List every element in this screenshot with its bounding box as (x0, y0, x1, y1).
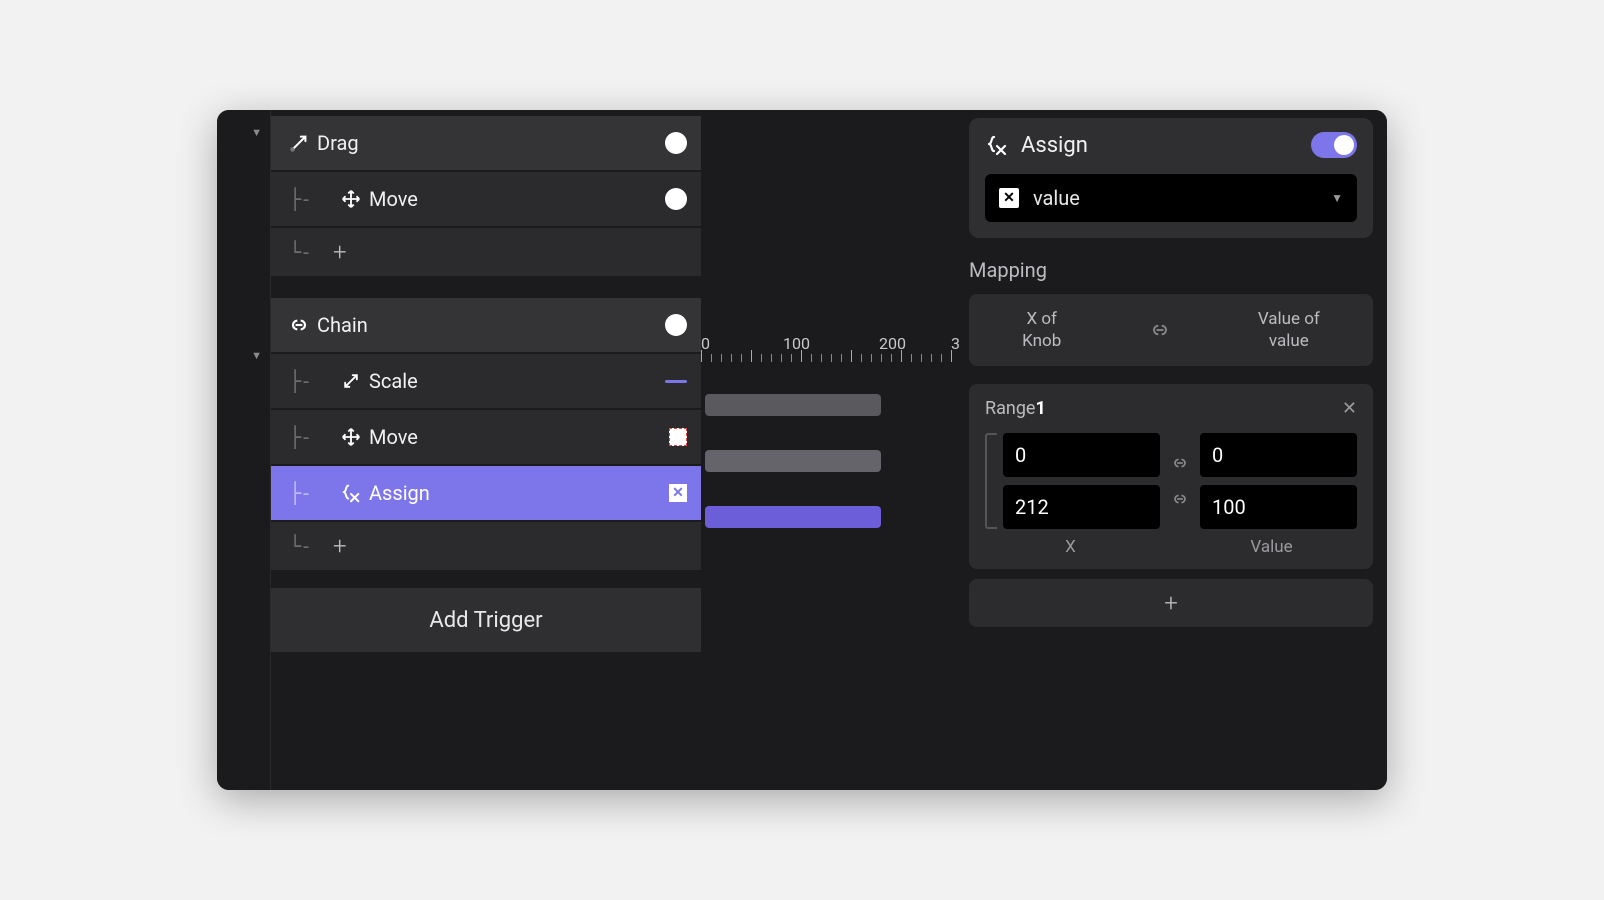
tree-connector-icon (289, 534, 333, 558)
trigger-drag[interactable]: Drag (271, 116, 701, 170)
timeline-bar-move[interactable] (705, 450, 881, 472)
chevron-down-icon: ▼ (1331, 191, 1343, 205)
timeline[interactable]: 0 100 200 3 (701, 110, 961, 790)
trigger-chain-label: Chain (317, 313, 665, 337)
tree-connector-icon (289, 481, 333, 505)
chain-icon (281, 314, 317, 336)
status-dot-icon[interactable] (665, 132, 687, 154)
collapse-arrow-icon[interactable]: ▼ (251, 349, 262, 362)
inspector-title: Assign (1021, 133, 1311, 158)
trigger-chain-scale[interactable]: Scale (271, 354, 701, 408)
value-select[interactable]: ✕ value ▼ (985, 174, 1357, 222)
trigger-tree: Drag Move + Chain (271, 110, 701, 790)
mapping-to: Value of value (1258, 308, 1320, 352)
range-x-axis-label: X (985, 537, 1156, 557)
mapping-from: X of Knob (1022, 308, 1061, 352)
value-select-label: value (1033, 186, 1080, 210)
move-icon (333, 426, 369, 448)
inspector-header: Assign ✕ value ▼ (969, 118, 1373, 238)
trigger-chain-assign[interactable]: Assign ✕ (271, 466, 701, 520)
assign-fx-icon (333, 482, 369, 504)
add-trigger-label: Add Trigger (429, 608, 542, 633)
timeline-bar-assign[interactable] (705, 506, 881, 528)
chain-icon (1148, 322, 1172, 338)
tree-connector-icon (289, 187, 333, 211)
range-to-value-input[interactable]: 100 (1200, 485, 1357, 529)
status-dot-icon[interactable] (665, 314, 687, 336)
mapping-section-label: Mapping (969, 258, 1373, 282)
range-title: Range1 (985, 398, 1046, 419)
tree-connector-icon (289, 240, 333, 264)
chain-icon (1170, 456, 1190, 470)
trigger-chain-move-label: Move (369, 425, 669, 449)
trigger-drag-move-label: Move (369, 187, 665, 211)
trigger-chain-assign-label: Assign (369, 481, 669, 505)
collapse-arrow-icon[interactable]: ▼ (251, 126, 262, 139)
range-value-axis-label: Value (1186, 537, 1357, 557)
assign-fx-icon (985, 133, 1009, 157)
trigger-chain-add[interactable]: + (271, 522, 701, 570)
add-trigger-button[interactable]: Add Trigger (271, 588, 701, 652)
enable-toggle[interactable] (1311, 132, 1357, 158)
close-icon[interactable]: ✕ (1342, 398, 1357, 419)
trigger-chain[interactable]: Chain (271, 298, 701, 352)
status-x-icon[interactable]: ✕ (669, 484, 687, 502)
plus-icon: + (333, 532, 347, 560)
inspector-panel: Assign ✕ value ▼ Mapping X of Knob (961, 110, 1387, 790)
main-area: Drag Move + Chain (271, 110, 1387, 790)
range-to-x-input[interactable]: 212 (1003, 485, 1160, 529)
range-from-value-input[interactable]: 0 (1200, 433, 1357, 477)
mapping-summary[interactable]: X of Knob Value of value (969, 294, 1373, 366)
status-square-icon[interactable] (669, 428, 687, 446)
range-bracket-icon (985, 433, 997, 529)
app-window: ▼ ▼ Drag Move + (217, 110, 1387, 790)
timeline-ruler: 0 100 200 3 (701, 334, 961, 362)
gutter: ▼ ▼ (217, 110, 271, 790)
trigger-chain-scale-label: Scale (369, 369, 665, 393)
trigger-drag-label: Drag (317, 131, 665, 155)
range-from-x-input[interactable]: 0 (1003, 433, 1160, 477)
tree-connector-icon (289, 425, 333, 449)
scale-icon (333, 371, 369, 391)
add-range-button[interactable]: + (969, 579, 1373, 627)
chain-icon (1170, 492, 1190, 506)
drag-arrow-icon (281, 132, 317, 154)
trigger-chain-move[interactable]: Move (271, 410, 701, 464)
tree-connector-icon (289, 369, 333, 393)
move-icon (333, 188, 369, 210)
variable-icon: ✕ (999, 188, 1019, 208)
plus-icon: + (333, 238, 347, 266)
range-block: Range1 ✕ 0 212 0 100 (969, 384, 1373, 569)
trigger-drag-move[interactable]: Move (271, 172, 701, 226)
timeline-bar-scale[interactable] (705, 394, 881, 416)
plus-icon: + (1164, 589, 1178, 617)
status-dot-icon[interactable] (665, 188, 687, 210)
status-dash-icon[interactable] (665, 380, 687, 383)
trigger-drag-add[interactable]: + (271, 228, 701, 276)
